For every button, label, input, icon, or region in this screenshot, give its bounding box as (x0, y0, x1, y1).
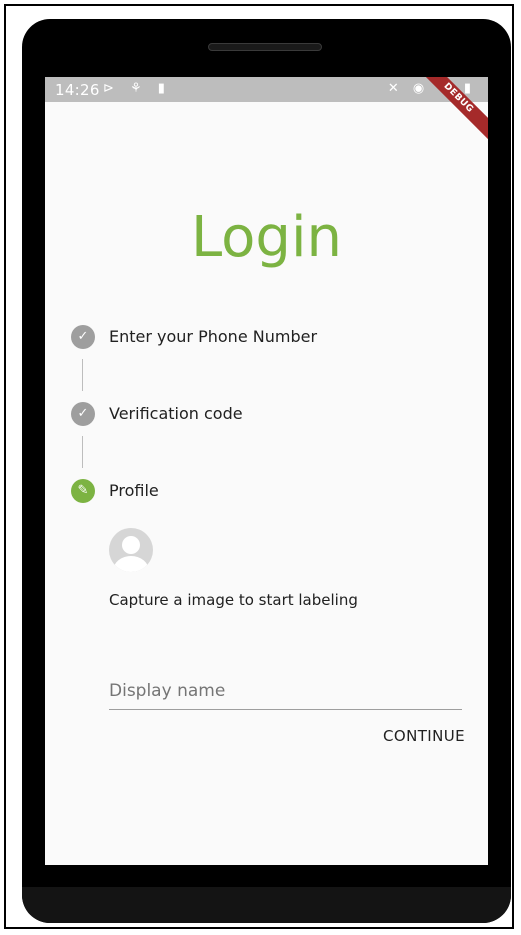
speaker-grille (208, 43, 322, 51)
status-bar: 14:26 ⊳ ⚘ ▮ ✕ ◉ ◠ ▮ DEBUG (45, 77, 488, 147)
page-title: Login (190, 205, 343, 270)
step-label-profile[interactable]: Profile (109, 481, 159, 500)
check-icon: ✓ (71, 402, 95, 426)
continue-button[interactable]: CONTINUE (345, 723, 465, 749)
app-screen: 14:26 ⊳ ⚘ ▮ ✕ ◉ ◠ ▮ DEBUG Login ✓ Enter … (45, 77, 488, 865)
phone-chin (22, 887, 511, 923)
step-connector (82, 359, 83, 391)
capture-caption: Capture a image to start labeling (109, 591, 358, 609)
status-time: 14:26 (55, 81, 100, 99)
notification-icons: ⊳ ⚘ ▮ (103, 81, 171, 96)
check-icon: ✓ (71, 325, 95, 349)
person-icon (122, 536, 140, 554)
phone-device: 14:26 ⊳ ⚘ ▮ ✕ ◉ ◠ ▮ DEBUG Login ✓ Enter … (22, 19, 511, 923)
step-label-verification-code[interactable]: Verification code (109, 404, 243, 423)
person-body-shape (113, 556, 149, 572)
pencil-icon: ✎ (71, 479, 95, 503)
step-label-phone-number[interactable]: Enter your Phone Number (109, 327, 317, 346)
display-name-input[interactable] (109, 673, 462, 710)
step-connector (82, 436, 83, 468)
avatar[interactable] (109, 528, 153, 572)
